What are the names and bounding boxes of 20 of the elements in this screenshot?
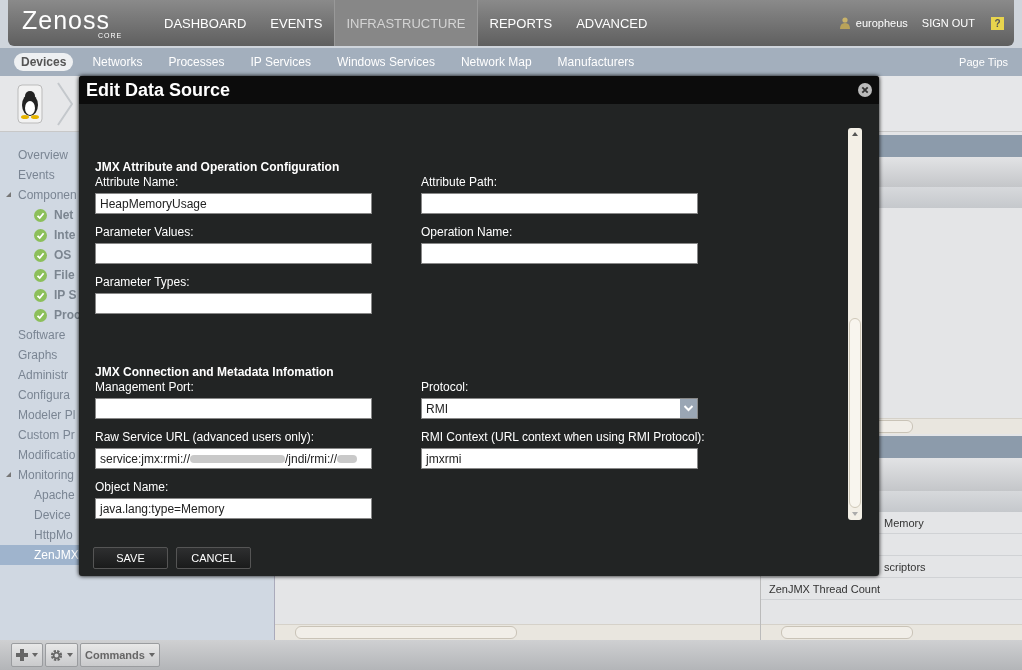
field-label: Parameter Values: <box>95 225 194 240</box>
table-cell-text: scriptors <box>883 560 926 573</box>
table-cell-text: Memory <box>883 516 924 529</box>
app-logo: Zenoss <box>22 7 110 32</box>
field-label: RMI Context (URL context when using RMI Protocol): <box>421 430 705 445</box>
field-label: Raw Service URL (advanced users only): <box>95 430 314 445</box>
field-label: Management Port: <box>95 380 194 395</box>
user-name: europheus <box>855 17 908 29</box>
dialog-title: Edit Data Source <box>86 79 231 101</box>
section-heading: JMX Attribute and Operation Configuration <box>95 160 341 175</box>
url-part: /jndi/rmi:// <box>285 451 337 466</box>
field-label: Attribute Path: <box>421 175 498 190</box>
table-cell: ZenJMX Thread Count <box>769 582 881 595</box>
field-label: Operation Name: <box>421 225 513 240</box>
field-label: Parameter Types: <box>95 275 190 290</box>
url-part: service:jmx:rmi:// <box>100 451 190 466</box>
field-label: Attribute Name: <box>95 175 179 190</box>
field-label: Protocol: <box>421 380 469 395</box>
field-label: Object Name: <box>95 480 169 495</box>
section-heading: JMX Connection and Metadata Infomation <box>95 365 335 380</box>
